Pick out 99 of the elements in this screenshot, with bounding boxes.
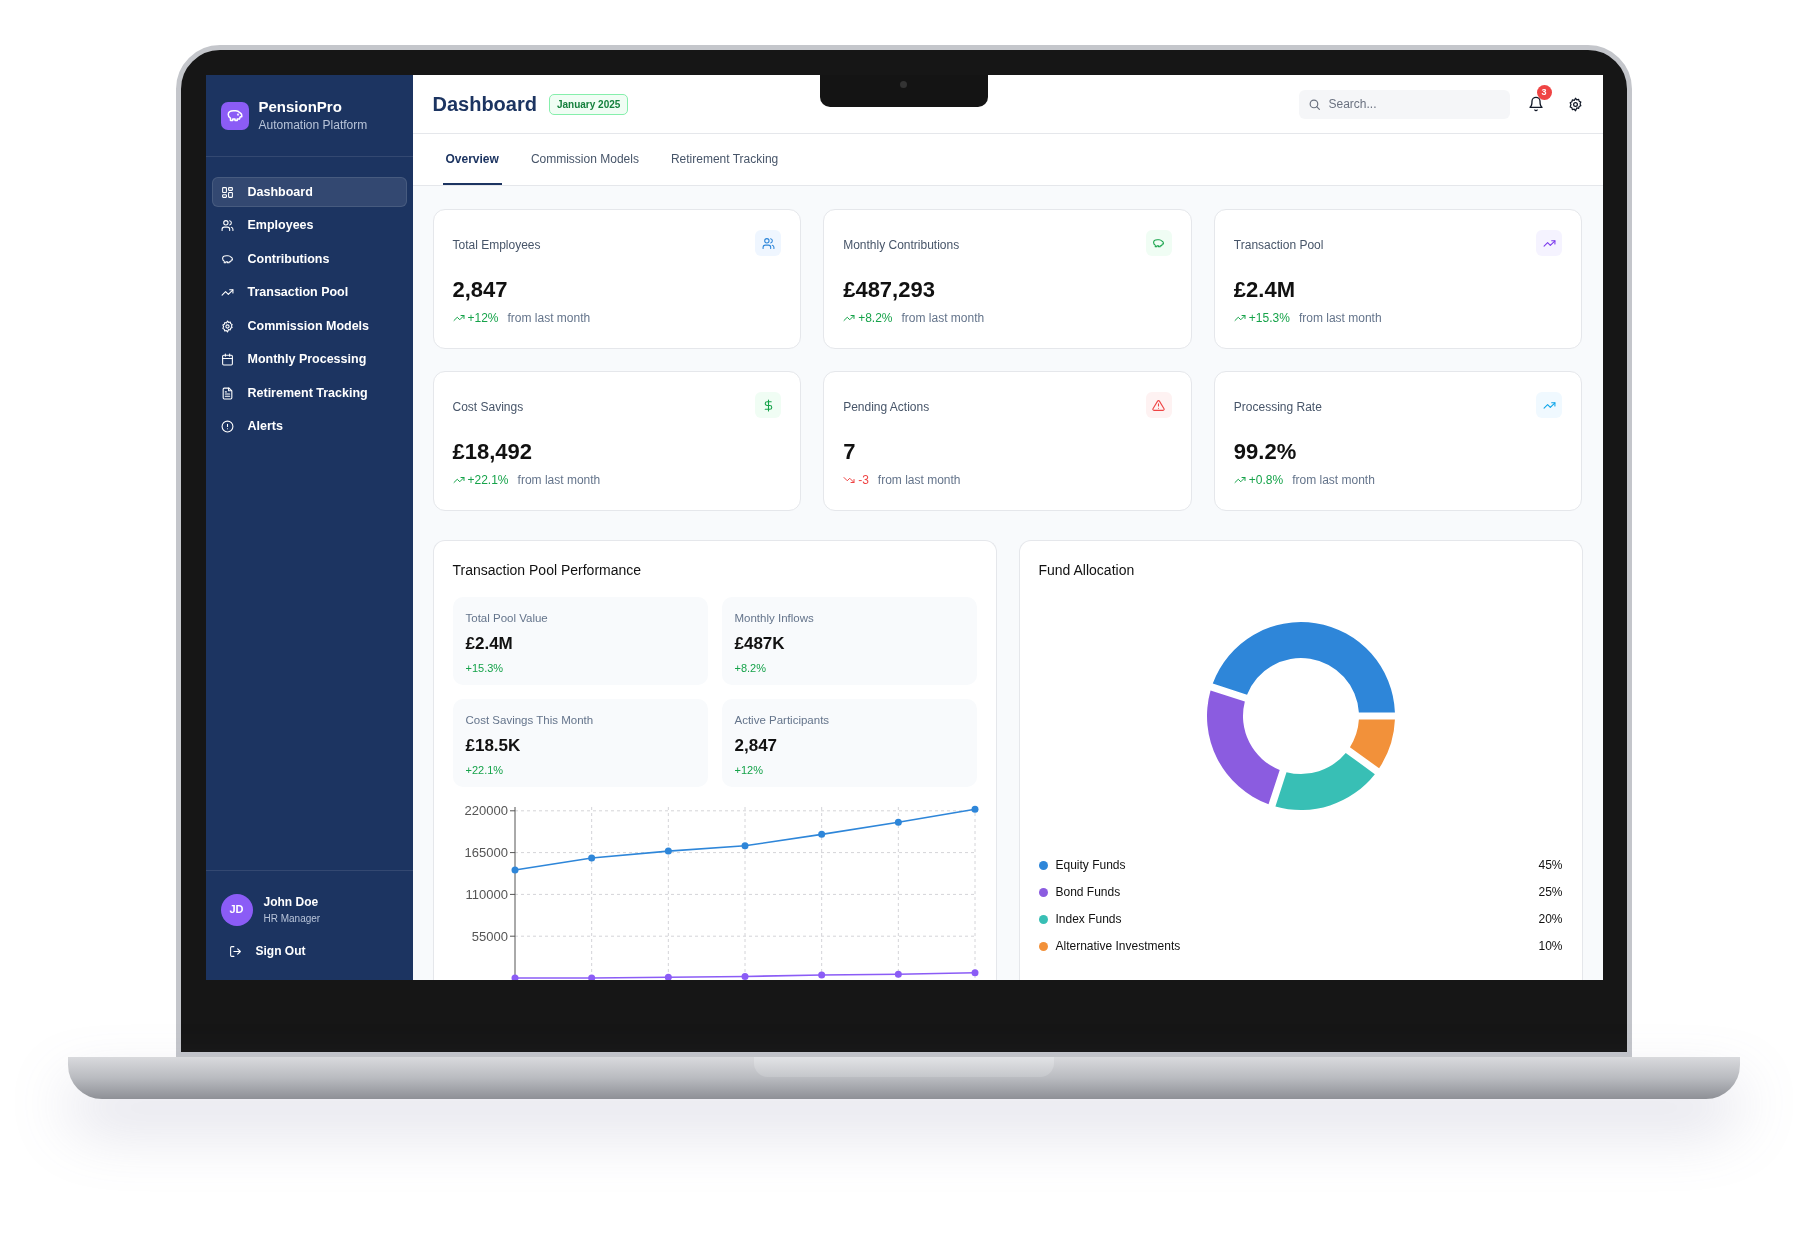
period-badge: January 2025	[548, 93, 629, 115]
tab[interactable]: Commission Models	[527, 134, 642, 185]
data-point	[741, 973, 748, 980]
metric-value: 2,847	[734, 735, 779, 758]
data-point	[587, 974, 595, 980]
stat-change: +8.2%	[858, 310, 893, 327]
metric-change: +8.2%	[734, 660, 767, 676]
stat-label: Pending Actions	[843, 399, 930, 416]
data-point	[741, 842, 748, 850]
user-name: John Doe	[263, 894, 320, 911]
stat-note: from last month	[507, 310, 591, 327]
stat-value: £487,293	[843, 277, 936, 303]
tab[interactable]: Retirement Tracking	[667, 134, 782, 185]
stat-change: +22.1%	[467, 472, 509, 489]
data-point	[971, 805, 978, 813]
legend-value: 20%	[1538, 911, 1563, 928]
stat-value: 99.2%	[1233, 439, 1298, 465]
logo-icon	[220, 101, 249, 130]
card-title: Fund Allocation	[1038, 561, 1136, 580]
legend-value: 10%	[1538, 938, 1563, 955]
sidebar-item[interactable]: Alerts	[211, 411, 407, 442]
data-point	[971, 969, 978, 977]
avatar: JD	[220, 893, 253, 926]
legend-label: Alternative Investments	[1055, 938, 1182, 955]
sign-out-button[interactable]: Sign Out	[220, 942, 398, 960]
user-role: HR Manager	[263, 912, 321, 926]
data-point	[664, 973, 672, 980]
data-point	[587, 854, 595, 862]
stat-note: from last month	[1292, 472, 1375, 489]
trend-up-icon	[220, 286, 234, 299]
notification-count: 3	[1536, 85, 1552, 100]
stat-label: Processing Rate	[1233, 399, 1322, 416]
stat-change: +12%	[467, 310, 499, 327]
app-subtitle: Automation Platform	[258, 117, 368, 134]
sidebar-item[interactable]: Monthly Processing	[211, 344, 407, 375]
axis-tick-label: 110000	[465, 886, 508, 902]
search-icon	[1307, 97, 1321, 111]
metric-label: Monthly Inflows	[734, 611, 815, 626]
legend-value: 45%	[1538, 857, 1563, 874]
data-point	[511, 974, 518, 980]
metric-value: £18.5K	[465, 735, 522, 758]
metric-value: £487K	[734, 633, 786, 656]
stat-note: from last month	[901, 310, 985, 327]
sidebar-item[interactable]: Contributions	[211, 244, 407, 274]
metric-value: £2.4M	[465, 633, 514, 656]
metric-label: Total Pool Value	[465, 611, 549, 626]
axis-tick-label: 55000	[471, 928, 508, 944]
app-name: PensionPro	[258, 97, 343, 116]
users-icon	[761, 236, 775, 250]
data-point	[664, 847, 672, 855]
stat-label: Cost Savings	[452, 399, 524, 416]
stat-note: from last month	[877, 472, 961, 489]
page-title: Dashboard	[432, 92, 537, 117]
stat-change: +15.3%	[1248, 310, 1290, 327]
tab[interactable]: Overview	[442, 134, 502, 185]
sidebar-item[interactable]: Retirement Tracking	[211, 378, 407, 408]
data-point	[894, 818, 902, 826]
stat-value: £18,492	[452, 439, 534, 465]
grid-icon	[220, 185, 234, 199]
stat-value: 2,847	[452, 277, 509, 303]
warning-icon	[1152, 398, 1166, 412]
metric-label: Cost Savings This Month	[465, 713, 595, 728]
metric-change: +22.1%	[465, 762, 505, 778]
legend-value: 25%	[1538, 884, 1563, 901]
data-point	[894, 970, 902, 978]
metric-change: +12%	[734, 762, 764, 778]
document-icon	[220, 386, 234, 400]
card-title: Transaction Pool Performance	[452, 561, 643, 580]
legend-label: Index Funds	[1055, 911, 1123, 928]
stat-change: -3	[858, 472, 869, 489]
search-field[interactable]: Search...	[1298, 89, 1510, 119]
alert-circle-icon	[220, 420, 234, 433]
stat-label: Monthly Contributions	[843, 237, 960, 254]
sidebar-item[interactable]: Commission Models	[211, 311, 407, 341]
sign-out-icon	[228, 944, 242, 958]
settings-icon[interactable]	[1567, 96, 1583, 112]
metric-label: Active Participants	[734, 713, 831, 728]
data-point	[511, 866, 518, 874]
metric-change: +15.3%	[465, 660, 505, 676]
users-icon	[220, 219, 234, 232]
stat-label: Transaction Pool	[1233, 237, 1324, 254]
calendar-icon	[220, 353, 234, 366]
stat-value: £2.4M	[1233, 277, 1296, 303]
sidebar-item[interactable]: Employees	[211, 210, 407, 241]
stat-change: +0.8%	[1248, 472, 1284, 489]
sidebar-item[interactable]: Dashboard	[211, 177, 407, 207]
gear-icon	[220, 319, 234, 333]
data-point	[817, 830, 825, 838]
stat-value: 7	[843, 439, 857, 465]
stat-note: from last month	[517, 472, 601, 489]
stat-note: from last month	[1298, 310, 1382, 327]
legend-label: Equity Funds	[1055, 857, 1127, 874]
axis-tick-label: 220000	[464, 803, 508, 819]
sidebar-item[interactable]: Transaction Pool	[211, 277, 407, 308]
notification-bell-icon[interactable]	[1527, 96, 1544, 112]
axis-tick-label: 165000	[464, 845, 508, 861]
legend-label: Bond Funds	[1055, 884, 1122, 901]
stat-label: Total Employees	[452, 237, 541, 254]
data-point	[817, 971, 825, 979]
